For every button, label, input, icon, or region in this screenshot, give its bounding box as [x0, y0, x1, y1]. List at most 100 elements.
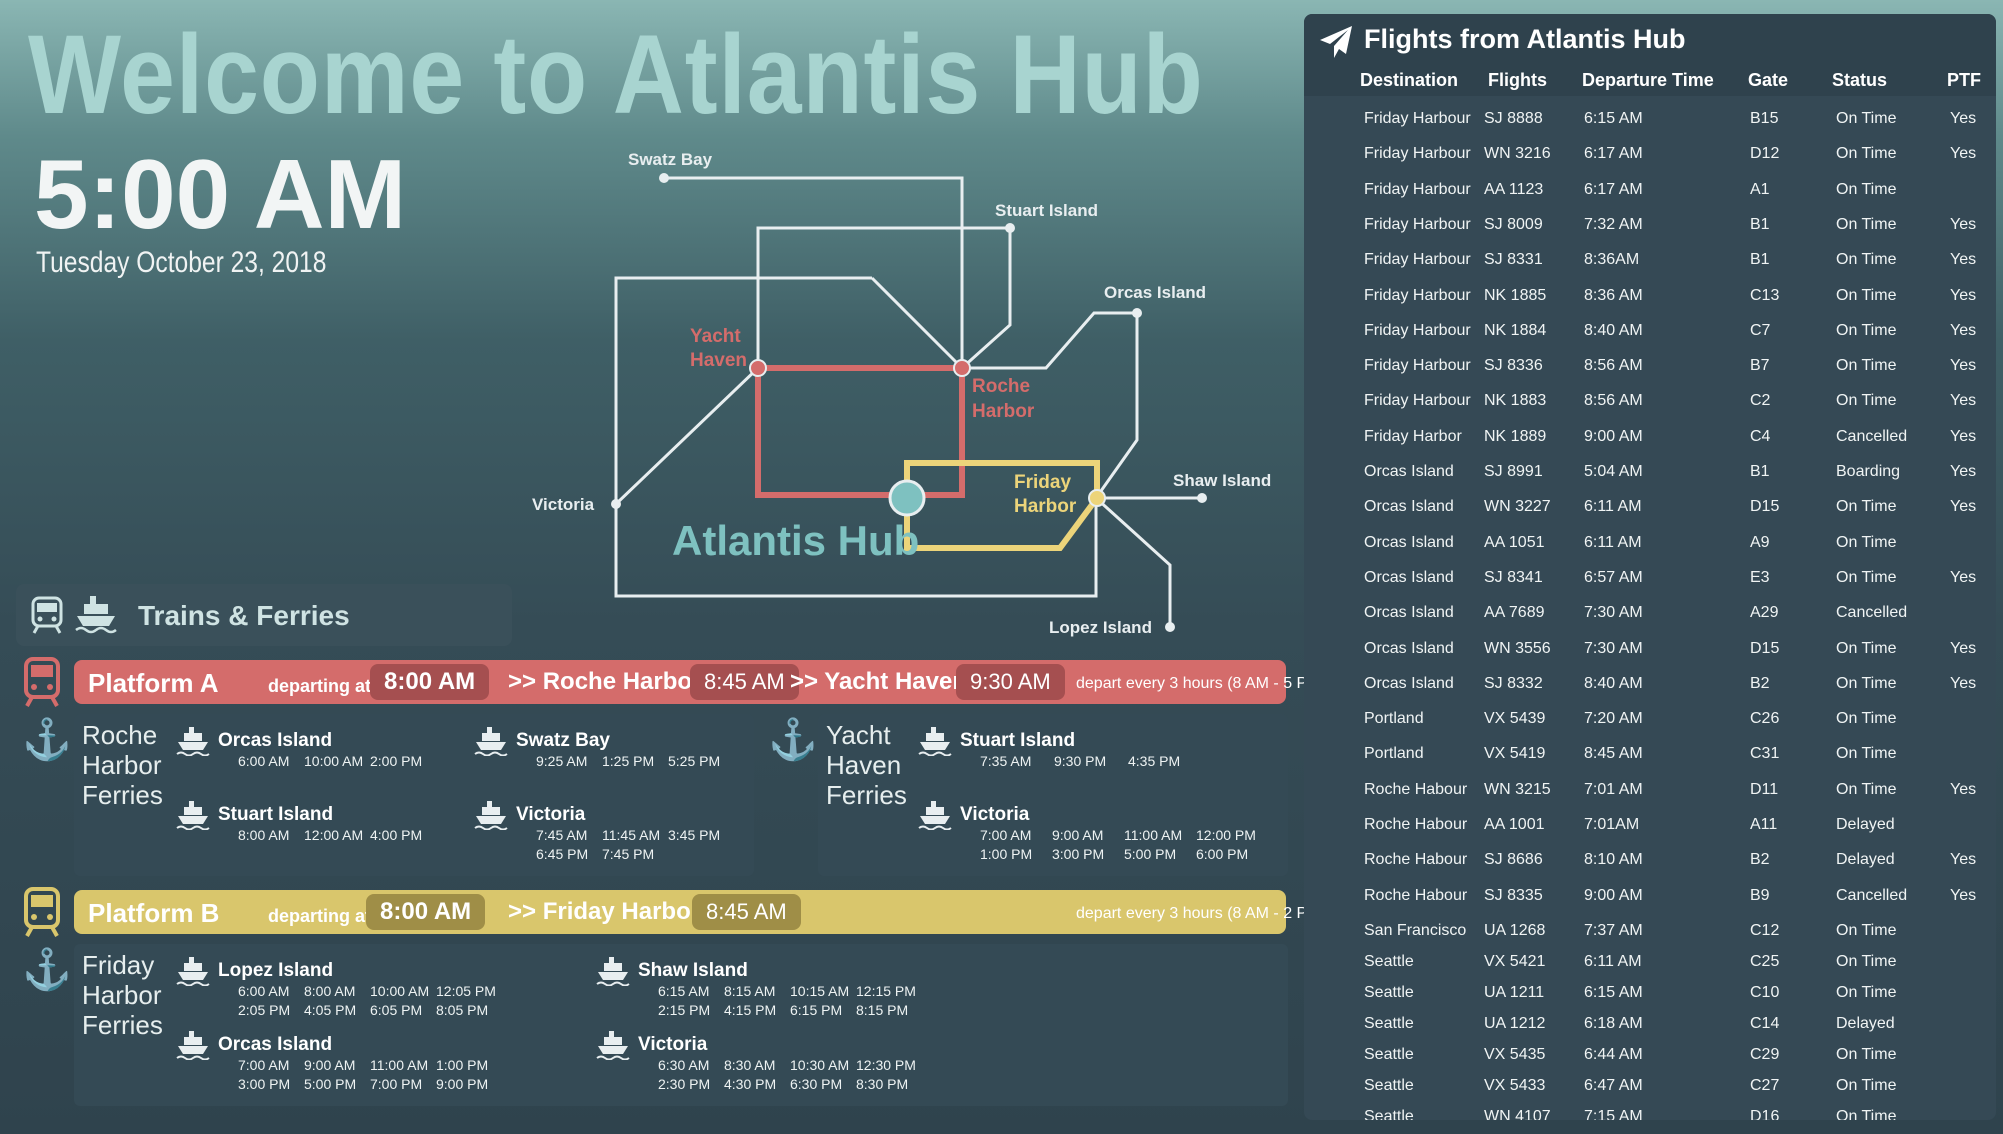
- transit-map: Swatz Bay Stuart Island Orcas Island Sha…: [532, 150, 1271, 637]
- ferry-ship-icon: [176, 956, 210, 987]
- flight-status: On Time: [1836, 533, 1897, 551]
- flight-ptf: Yes: [1950, 851, 1977, 869]
- flight-number: WN 3556: [1484, 639, 1551, 657]
- roche-harbor-ferries-name: Roche Harbor Ferries: [82, 720, 163, 810]
- ferry-time: 6:00 AM: [238, 983, 290, 999]
- flight-row: Friday Harbour SJ 8888 6:15 AM B15 On Time Ye…: [1304, 106, 1996, 134]
- flight-destination: Orcas Island: [1364, 639, 1454, 657]
- ferry-time: 7:00 PM: [370, 1076, 423, 1092]
- ferry-ship-icon: [176, 726, 210, 757]
- flight-row: Orcas Island WN 3556 7:30 AM D15 On Time Yes: [1304, 636, 1996, 664]
- flight-departure: 8:10 AM: [1584, 851, 1643, 869]
- flight-row: Orcas Island SJ 8991 5:04 AM B1 Boarding Yes: [1304, 459, 1996, 487]
- ferry-ship-icon: [596, 956, 630, 987]
- flight-destination: Seattle: [1364, 1014, 1414, 1032]
- flight-departure: 7:37 AM: [1584, 921, 1643, 939]
- col-flights: Flights: [1488, 70, 1547, 90]
- flight-destination: Orcas Island: [1364, 498, 1454, 516]
- flight-number: SJ 8686: [1484, 851, 1543, 869]
- flight-row: Friday Harbour NK 1885 8:36 AM C13 On Time Ye…: [1304, 283, 1996, 311]
- flight-ptf: Yes: [1950, 498, 1977, 516]
- train-icon: [31, 596, 63, 634]
- flight-departure: 7:32 AM: [1584, 215, 1643, 233]
- platform-b-depart-time: 8:00 AM: [366, 894, 486, 930]
- flight-status: Cancelled: [1836, 427, 1908, 445]
- flight-status: On Time: [1836, 710, 1897, 728]
- flight-row: Friday Harbour SJ 8336 8:56 AM B7 On Time Yes: [1304, 353, 1996, 381]
- flight-departure: 8:56 AM: [1584, 357, 1643, 375]
- flight-gate: D12: [1750, 145, 1780, 163]
- flight-gate: D15: [1750, 639, 1780, 657]
- flight-destination: Seattle: [1364, 1045, 1414, 1063]
- stop-atlantis-hub: [888, 479, 926, 517]
- flight-status: On Time: [1836, 780, 1897, 798]
- ferry-time: 5:00 PM: [1124, 846, 1177, 862]
- ferry-times: 7:00 AM 9:00 AM 11:00 AM 12:00 PM 1:00 PM 3:0…: [980, 826, 1268, 864]
- ferry-time: 1:00 PM: [436, 1057, 489, 1073]
- flight-row: Roche Habour WN 3215 7:01 AM D11 On Time Yes: [1304, 777, 1996, 805]
- flight-gate: E3: [1750, 568, 1770, 586]
- ferry-time: 2:00 PM: [370, 753, 423, 769]
- flight-status: On Time: [1836, 215, 1897, 233]
- flight-departure: 9:00 AM: [1584, 427, 1643, 445]
- flight-row: Friday Harbour SJ 8331 8:36AM B1 On Time Yes: [1304, 247, 1996, 275]
- ferry-time: 11:45 AM: [602, 827, 661, 843]
- flight-number: SJ 8888: [1484, 110, 1543, 127]
- flight-departure: 6:57 AM: [1584, 568, 1643, 586]
- flight-destination: Friday Harbour: [1364, 357, 1471, 375]
- flight-row: Seattle VX 5435 6:44 AM C29 On Time: [1304, 1042, 1996, 1070]
- ferry-time: 8:15 PM: [856, 1002, 909, 1018]
- flight-gate: C14: [1750, 1014, 1780, 1032]
- stop-lopez-island: [1165, 622, 1175, 632]
- platform-a-departing-label: departing at: [268, 676, 372, 696]
- flight-ptf: Yes: [1950, 886, 1977, 904]
- ferry-time: 9:00 AM: [304, 1057, 356, 1073]
- ferry-time: 12:05 PM: [436, 983, 496, 999]
- flight-number: AA 7689: [1484, 604, 1545, 622]
- flight-gate: C4: [1750, 427, 1771, 445]
- ferry-time: 8:00 AM: [304, 983, 356, 999]
- flight-number: SJ 8341: [1484, 568, 1543, 586]
- platform-a-frequency: depart every 3 hours (8 AM - 5 PM): [1076, 675, 1326, 692]
- label-yacht: Yacht: [690, 326, 741, 347]
- current-date: Tuesday October 23, 2018: [36, 246, 327, 279]
- ferry-time: 12:00 PM: [1196, 827, 1256, 843]
- flight-row: Roche Habour AA 1001 7:01AM A11 Delayed: [1304, 812, 1996, 840]
- flight-number: AA 1123: [1484, 180, 1544, 198]
- flight-ptf: Yes: [1950, 286, 1977, 304]
- flight-destination: Roche Habour: [1364, 851, 1468, 869]
- ferry-time: 10:30 AM: [790, 1057, 850, 1073]
- label-victoria: Victoria: [532, 495, 595, 514]
- flight-row: Seattle WN 4107 7:15 AM D16 On Time: [1304, 1104, 1996, 1120]
- flight-gate: C2: [1750, 392, 1771, 410]
- ferry-time: 6:45 PM: [536, 846, 589, 862]
- ferry-time: 6:00 AM: [238, 753, 290, 769]
- flights-panel: Flights from Atlantis Hub Destination Fl…: [1304, 14, 1996, 1120]
- flight-number: NK 1884: [1484, 321, 1547, 339]
- flight-destination: Seattle: [1364, 1076, 1414, 1094]
- flight-departure: 7:30 AM: [1584, 604, 1643, 622]
- flight-number: SJ 8336: [1484, 357, 1543, 375]
- flight-row: Portland VX 5419 8:45 AM C31 On Time: [1304, 741, 1996, 769]
- flight-ptf: Yes: [1950, 639, 1977, 657]
- ferry-times: 6:15 AM 8:15 AM 10:15 AM 12:15 PM 2:15 PM 4:1…: [658, 982, 922, 1020]
- ferry-destination: Victoria: [960, 804, 1030, 825]
- flight-departure: 6:17 AM: [1584, 145, 1643, 163]
- label-atlantis-hub: Atlantis Hub: [672, 517, 919, 564]
- flight-ptf: Yes: [1950, 427, 1977, 445]
- flight-row: Seattle UA 1211 6:15 AM C10 On Time: [1304, 980, 1996, 1008]
- flight-number: VX 5435: [1484, 1045, 1546, 1063]
- ferry-times: 9:25 AM 1:25 PM 5:25 PM: [536, 752, 734, 771]
- flight-gate: C13: [1750, 286, 1780, 304]
- ferry-time: 10:00 AM: [370, 983, 430, 999]
- flight-departure: 8:36AM: [1584, 251, 1640, 269]
- flight-departure: 7:30 AM: [1584, 639, 1643, 657]
- platform-a-bar: Platform A departing at 8:00 AM >> Roche…: [74, 660, 1326, 704]
- col-status: Status: [1832, 70, 1888, 90]
- flight-departure: 8:40 AM: [1584, 321, 1643, 339]
- ferry-times: 7:45 AM 11:45 AM 3:45 PM 6:45 PM 7:45 PM: [536, 826, 734, 864]
- flight-status: On Time: [1836, 568, 1897, 586]
- flight-ptf: Yes: [1950, 392, 1977, 410]
- flight-number: SJ 8009: [1484, 215, 1543, 233]
- flight-departure: 8:40 AM: [1584, 674, 1643, 692]
